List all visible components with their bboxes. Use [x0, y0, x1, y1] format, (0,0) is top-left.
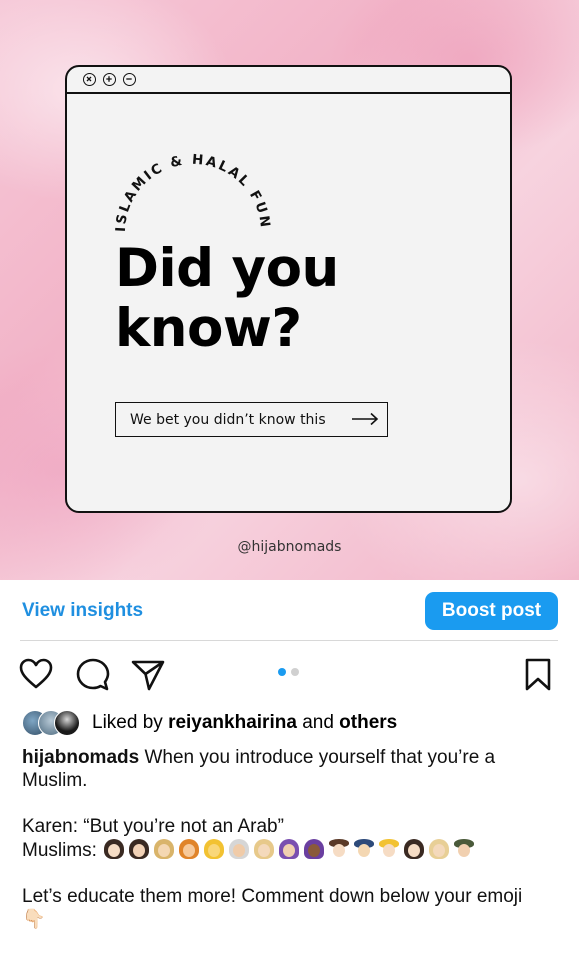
- image-handle: @hijabnomads: [237, 539, 342, 555]
- headline-line-1: Did you: [115, 238, 339, 299]
- emoji-list: [103, 838, 475, 860]
- liked-by-others[interactable]: others: [339, 712, 397, 734]
- woman-emoji: [403, 838, 425, 860]
- view-insights-link[interactable]: View insights: [22, 600, 143, 622]
- post-caption: hijabnomads When you introduce yourself …: [22, 746, 542, 931]
- liker-avatars: [22, 710, 86, 736]
- comment-icon[interactable]: [76, 658, 110, 692]
- post-image[interactable]: ISLAMIC & HALAL FUN FACTS Did you know? …: [0, 0, 579, 580]
- cta-label: We bet you didn’t know this: [130, 411, 326, 428]
- police-emoji: [353, 838, 375, 860]
- close-icon: [83, 73, 96, 86]
- browser-window-graphic: ISLAMIC & HALAL FUN FACTS Did you know? …: [65, 65, 512, 513]
- avatar: [54, 710, 80, 736]
- worker-emoji: [378, 838, 400, 860]
- arc-title: ISLAMIC & HALAL FUN FACTS: [95, 100, 273, 232]
- caption-line-3-prefix: Muslims:: [22, 840, 97, 861]
- caption-username[interactable]: hijabnomads: [22, 747, 139, 768]
- divider: [20, 640, 558, 641]
- arc-title-text: ISLAMIC & HALAL FUN FACTS: [95, 100, 271, 232]
- pointing-down-emoji: 👇🏻: [22, 909, 46, 930]
- woman-emoji: [153, 838, 175, 860]
- person-emoji: [203, 838, 225, 860]
- woman-emoji: [103, 838, 125, 860]
- woman-emoji: [128, 838, 150, 860]
- heart-icon[interactable]: [19, 658, 53, 690]
- woman-emoji: [253, 838, 275, 860]
- carousel-indicator: [278, 668, 299, 676]
- hijab-woman-emoji: [278, 838, 300, 860]
- headline-line-2: know?: [115, 298, 302, 359]
- bookmark-icon[interactable]: [524, 658, 552, 692]
- share-icon[interactable]: [131, 658, 165, 692]
- minus-icon: [123, 73, 136, 86]
- man-emoji: [328, 838, 350, 860]
- window-titlebar: [67, 67, 510, 94]
- hijab-woman-emoji: [303, 838, 325, 860]
- old-woman-emoji: [228, 838, 250, 860]
- liked-by-prefix: Liked by: [92, 712, 163, 733]
- caption-line-2: Karen: “But you’re not an Arab”: [22, 816, 284, 837]
- man-emoji: [453, 838, 475, 860]
- liked-by-row[interactable]: Liked by reiyankhairina and others: [22, 710, 397, 736]
- headline: Did you know?: [115, 239, 339, 359]
- boost-post-button[interactable]: Boost post: [425, 592, 558, 630]
- woman-emoji: [178, 838, 200, 860]
- carousel-dot-active: [278, 668, 286, 676]
- plus-icon: [103, 73, 116, 86]
- carousel-dot: [291, 668, 299, 676]
- liked-by-and: and: [302, 712, 334, 733]
- caption-line-4: Let’s educate them more! Comment down be…: [22, 886, 523, 907]
- insights-bar: View insights Boost post: [0, 580, 579, 642]
- cta-box: We bet you didn’t know this: [115, 402, 388, 437]
- svg-text:ISLAMIC & HALAL FUN FACTS: ISLAMIC & HALAL FUN FACTS: [95, 100, 273, 232]
- liked-by-user[interactable]: reiyankhairina: [168, 712, 297, 734]
- woman-emoji: [428, 838, 450, 860]
- arrow-right-icon: [352, 412, 379, 426]
